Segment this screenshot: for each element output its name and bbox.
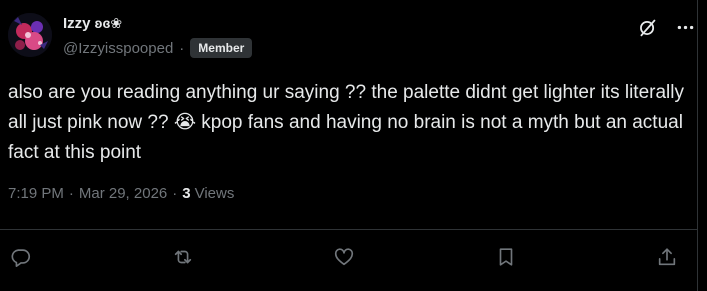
bookmark-icon[interactable]	[493, 244, 519, 270]
tweet-meta: 7:19 PM · Mar 29, 2026 · 3 Views	[8, 185, 234, 202]
tweet-header: Izzy ʚɞ❀ @Izzyisspooped · Member	[8, 10, 698, 62]
tweet-text: also are you reading anything ur saying …	[8, 82, 690, 163]
meta-separator: ·	[172, 185, 178, 202]
meta-separator: ·	[68, 185, 74, 202]
action-bar	[8, 244, 680, 270]
name-row: Izzy ʚɞ❀	[63, 15, 122, 32]
avatar-image	[8, 13, 52, 57]
member-badge[interactable]: Member	[190, 38, 253, 58]
user-handle[interactable]: @Izzyisspooped	[63, 40, 173, 57]
reply-icon[interactable]	[8, 244, 34, 270]
display-name[interactable]: Izzy	[63, 15, 91, 32]
tweet-time[interactable]: 7:19 PM	[8, 185, 64, 202]
share-icon[interactable]	[654, 244, 680, 270]
like-icon[interactable]	[331, 244, 357, 270]
views-count: 3	[182, 185, 191, 202]
divider	[0, 229, 697, 230]
display-name-emoji: ʚɞ❀	[94, 15, 123, 31]
repost-icon[interactable]	[170, 244, 196, 270]
header-actions	[634, 14, 698, 40]
tweet-date[interactable]: Mar 29, 2026	[79, 185, 167, 202]
views-label: Views	[194, 185, 235, 202]
grok-icon[interactable]	[634, 14, 660, 40]
handle-separator: ·	[179, 39, 185, 57]
tweet-detail: Izzy ʚɞ❀ @Izzyisspooped · Member also ar…	[0, 0, 698, 291]
handle-row: @Izzyisspooped · Member	[63, 38, 253, 58]
more-icon[interactable]	[672, 14, 698, 40]
avatar[interactable]	[8, 13, 52, 57]
